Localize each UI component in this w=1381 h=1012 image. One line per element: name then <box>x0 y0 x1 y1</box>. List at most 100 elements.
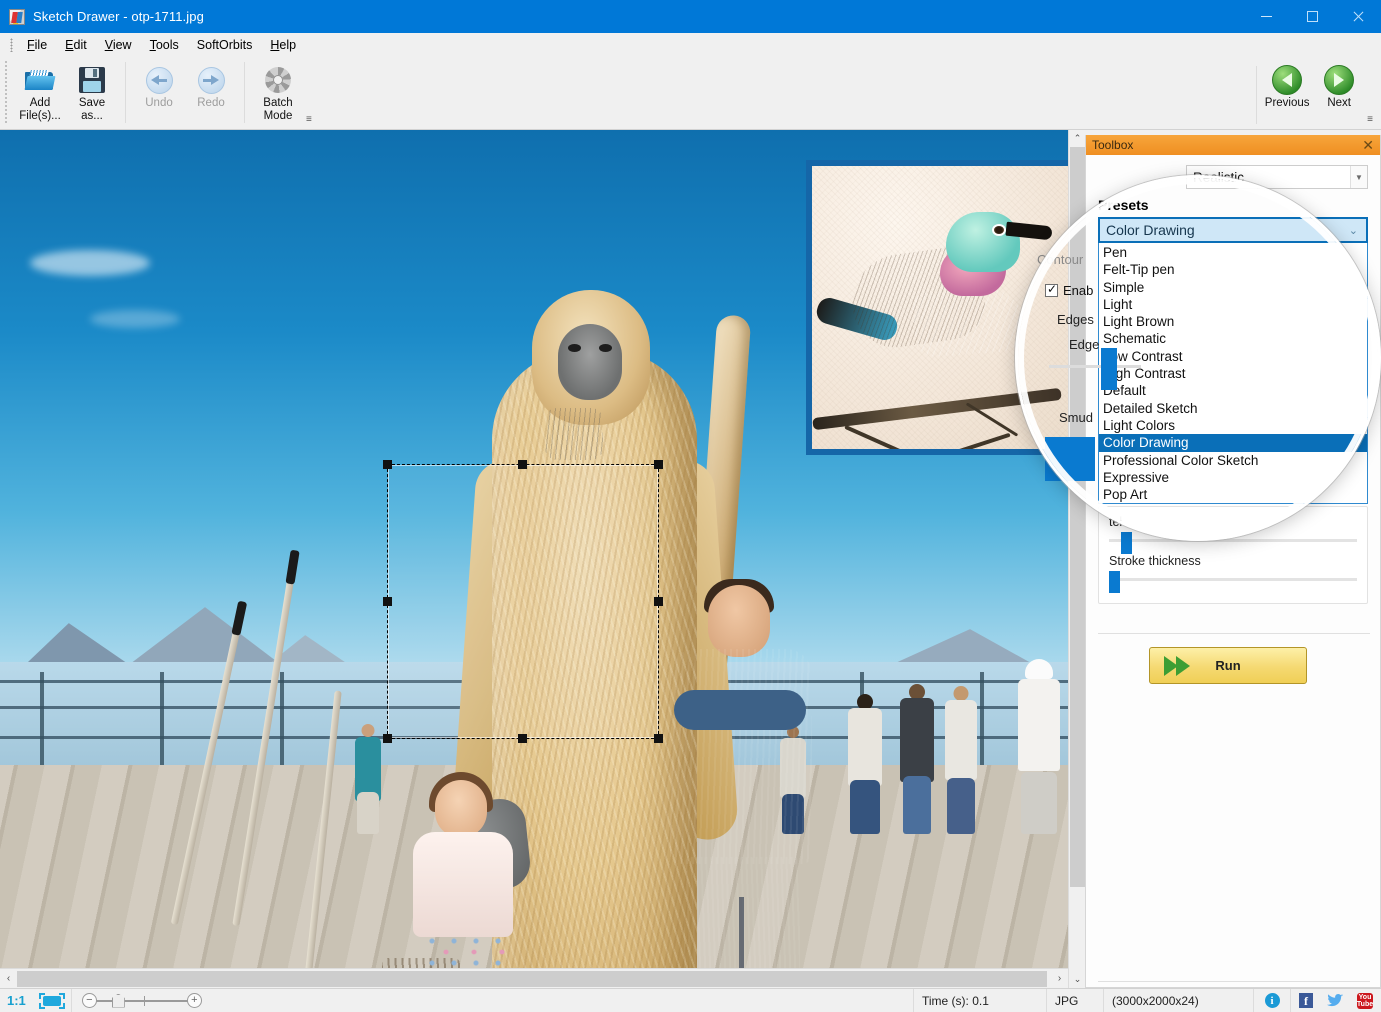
canvas-horizontal-scrollbar[interactable]: ‹ › <box>0 968 1068 988</box>
detail-slider-label: tel <box>1109 515 1123 530</box>
stroke-thickness-knob[interactable] <box>1109 571 1120 594</box>
selection-handle-w[interactable] <box>383 596 392 606</box>
previous-label: Previous <box>1264 97 1310 109</box>
fit-to-window-button[interactable] <box>33 988 72 1012</box>
scroll-down-arrow[interactable]: ⌄ <box>1069 971 1086 988</box>
toolbar-overflow-button-2[interactable]: ≡ <box>1367 114 1373 125</box>
smudge-label: Smud <box>1059 410 1093 425</box>
zoom-ratio-button[interactable]: 1:1 <box>0 993 33 1008</box>
previous-button[interactable]: Previous <box>1261 60 1313 124</box>
menu-item-help[interactable]: Help <box>261 35 305 55</box>
status-dimensions: (3000x2000x24) <box>1104 988 1254 1012</box>
maximize-button[interactable] <box>1289 0 1335 33</box>
menu-item-file[interactable]: File <box>18 35 56 55</box>
scroll-right-arrow[interactable]: › <box>1051 969 1068 988</box>
stroke-thickness-slider[interactable] <box>1109 571 1357 594</box>
zoom-slider[interactable]: − + <box>81 992 202 1010</box>
zoom-out-button[interactable]: − <box>81 992 97 1008</box>
contour-group-label: Contour <box>1037 252 1084 267</box>
selection-handle-se[interactable] <box>654 734 663 743</box>
zoom-slider-handle[interactable] <box>111 993 125 1008</box>
preset-option[interactable]: Pop Art <box>1099 486 1367 503</box>
girl-figure <box>405 772 540 988</box>
toolbar-overflow-button[interactable]: ≡ <box>306 114 312 125</box>
status-spacer <box>212 988 914 1012</box>
crowd-person <box>1018 658 1060 834</box>
next-label: Next <box>1327 97 1351 109</box>
next-button[interactable]: Next <box>1313 60 1365 124</box>
facebook-button[interactable]: f <box>1291 989 1321 1012</box>
batch-mode-label: Batch Mode <box>263 97 293 122</box>
cloud <box>90 310 180 328</box>
add-files-button[interactable]: Add File(s)... <box>14 60 66 124</box>
toolbox-close-icon[interactable]: ✕ <box>1362 138 1374 152</box>
toolbar-file-group: Add File(s)... Save as... <box>11 56 121 129</box>
zoom-in-button[interactable]: + <box>186 992 202 1008</box>
presets-combo[interactable]: Color Drawing ⌄ <box>1098 217 1368 243</box>
batch-mode-button[interactable]: Batch Mode <box>252 60 304 124</box>
facebook-icon: f <box>1299 993 1313 1008</box>
info-icon: i <box>1264 993 1280 1008</box>
smudge-slider[interactable] <box>997 437 1095 481</box>
menu-item-view[interactable]: View <box>96 35 141 55</box>
green-double-arrow-icon <box>1164 656 1196 676</box>
undo-arrow-icon <box>145 65 173 95</box>
menu-item-edit[interactable]: Edit <box>56 35 96 55</box>
redo-arrow-icon <box>197 65 225 95</box>
status-format: JPG <box>1047 988 1104 1012</box>
undo-label: Undo <box>145 97 173 109</box>
redo-label: Redo <box>197 97 225 109</box>
status-bar: 1:1 − + Time (s): 0.1 JPG (3000x2000x24)… <box>0 988 1381 1012</box>
crowd-person <box>945 685 977 834</box>
info-button[interactable]: i <box>1254 988 1291 1012</box>
detail-slider[interactable] <box>1109 532 1357 555</box>
selection-handle-n[interactable] <box>518 460 527 469</box>
edge-slider[interactable] <box>1049 348 1141 390</box>
style-combo[interactable]: Realistic ▼ <box>1186 165 1368 189</box>
green-right-arrow-icon <box>1324 65 1355 95</box>
edge-slider-knob[interactable] <box>1101 348 1117 390</box>
save-as-button[interactable]: Save as... <box>66 60 118 124</box>
chevron-down-icon[interactable]: ▼ <box>1350 166 1367 188</box>
contour-enable-label: Enab <box>1063 283 1094 298</box>
youtube-icon-top: You <box>1358 993 1372 1001</box>
toolbar-separator-1 <box>125 62 126 123</box>
toolbar-grip[interactable] <box>4 60 8 125</box>
minimize-button[interactable] <box>1243 0 1289 33</box>
smudge-slider-knob[interactable] <box>1045 437 1095 481</box>
contour-enable-row[interactable]: Enab <box>1035 282 1155 298</box>
redo-button[interactable]: Redo <box>185 60 237 124</box>
fit-to-window-icon <box>38 992 65 1009</box>
undo-button[interactable]: Undo <box>133 60 185 124</box>
scroll-up-arrow[interactable]: ⌃ <box>1069 130 1086 147</box>
selection-rectangle[interactable] <box>383 460 663 743</box>
run-button-label: Run <box>1215 658 1241 673</box>
run-button[interactable]: Run <box>1149 647 1307 684</box>
green-left-arrow-icon <box>1272 65 1303 95</box>
edges-label: Edges <box>1057 312 1094 327</box>
contour-settings-panel: Contour Enab Edges Edge Smud <box>1035 252 1155 482</box>
contour-enable-checkbox[interactable] <box>1045 282 1058 297</box>
presets-combo-value: Color Drawing <box>1106 222 1195 238</box>
open-folder-icon <box>24 65 56 95</box>
toolbox-title: Toolbox <box>1092 138 1134 152</box>
window-titlebar: Sketch Drawer - otp-1711.jpg <box>0 0 1381 33</box>
selection-handle-e[interactable] <box>654 596 663 606</box>
youtube-icon-bottom: Tube <box>1356 1000 1374 1008</box>
youtube-button[interactable]: You Tube <box>1349 989 1381 1012</box>
toolbar-separator-2 <box>244 62 245 123</box>
menu-item-tools[interactable]: Tools <box>141 35 188 55</box>
horizontal-scroll-thumb[interactable] <box>17 971 1047 987</box>
selection-handle-ne[interactable] <box>654 460 663 469</box>
twitter-button[interactable] <box>1321 989 1349 1012</box>
man-figure <box>660 579 825 988</box>
selection-handle-s[interactable] <box>518 734 527 743</box>
selection-handle-nw[interactable] <box>383 460 392 469</box>
menu-item-softorbits[interactable]: SoftOrbits <box>188 35 262 55</box>
close-button[interactable] <box>1335 0 1381 33</box>
detail-slider-knob[interactable] <box>1121 532 1132 555</box>
window-title: Sketch Drawer - otp-1711.jpg <box>33 9 204 24</box>
chevron-down-icon[interactable]: ⌄ <box>1349 224 1366 237</box>
selection-handle-sw[interactable] <box>383 734 392 743</box>
scroll-left-arrow[interactable]: ‹ <box>0 969 17 988</box>
